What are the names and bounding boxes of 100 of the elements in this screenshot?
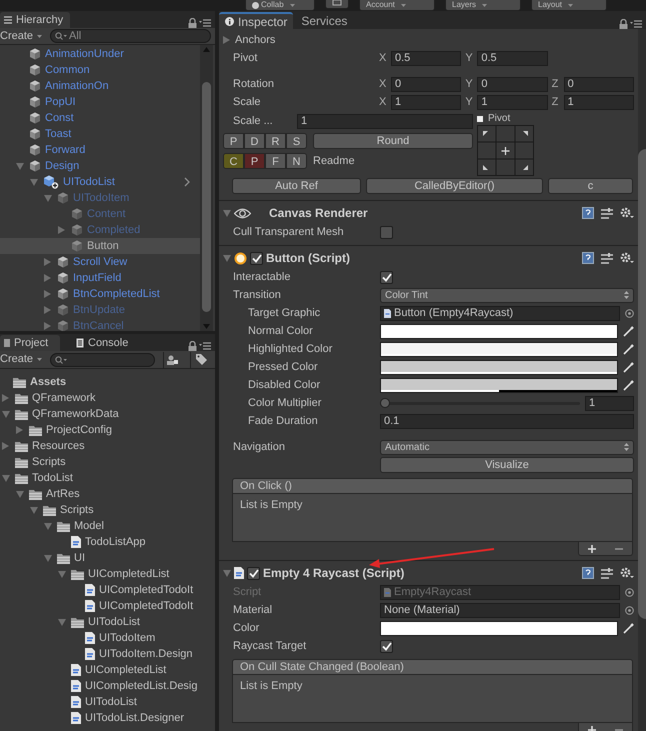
checkbox[interactable] — [250, 252, 263, 264]
tree-item[interactable]: UICompletedList — [0, 662, 215, 678]
tree-item[interactable]: UICompletedList — [0, 566, 215, 582]
tree-item[interactable]: Scripts — [0, 502, 215, 518]
tree-item[interactable]: Resources — [0, 438, 215, 454]
number-field[interactable]: 0.5 — [477, 50, 548, 66]
tree-item[interactable]: ArtRes — [0, 486, 215, 502]
object-field[interactable]: None (Material) — [380, 602, 620, 618]
cube-icon — [29, 144, 41, 156]
number-field[interactable]: 1 — [391, 94, 462, 110]
tree-item[interactable]: UITodoList.Designer — [0, 710, 215, 726]
checkbox[interactable] — [380, 226, 393, 238]
tree-item[interactable]: BtnCompletedList — [0, 286, 200, 302]
toggle-button[interactable]: D — [244, 133, 265, 149]
number-field[interactable]: 1 — [477, 94, 548, 110]
tree-item[interactable]: TodoList — [0, 470, 215, 486]
eyedropper-icon — [623, 622, 634, 634]
action-button[interactable]: CalledByEditor() — [366, 178, 543, 194]
panel-tab[interactable]: Inspector — [219, 12, 294, 29]
panel-tab[interactable]: Project — [0, 335, 60, 351]
color-swatch[interactable] — [380, 324, 618, 338]
color-swatch[interactable] — [380, 342, 618, 356]
script-file-icon — [71, 536, 81, 548]
tree-item[interactable]: Toast — [0, 126, 200, 142]
number-field[interactable]: 1 — [297, 114, 473, 128]
tree-item[interactable]: Design — [0, 158, 200, 174]
document-icon — [76, 338, 84, 348]
tree-item[interactable]: UITodoItem — [0, 630, 215, 646]
tree-item[interactable]: Scripts — [0, 454, 215, 470]
tree-item[interactable]: Forward — [0, 142, 200, 158]
dropdown[interactable]: Color Tint — [380, 288, 634, 302]
object-field[interactable]: Button (Empty4Raycast) — [380, 306, 620, 320]
number-field[interactable]: 0 — [391, 76, 462, 92]
tree-item[interactable]: UITodoItem.Design — [0, 646, 215, 662]
tree-item[interactable]: PopUI — [0, 94, 200, 110]
action-button[interactable]: Auto Ref — [232, 178, 361, 194]
toggle-button[interactable]: P — [223, 133, 244, 149]
toggle-button[interactable]: R — [265, 133, 286, 149]
toggle-button[interactable]: F — [265, 153, 286, 170]
number-field[interactable]: 1 — [564, 94, 634, 110]
tree-item[interactable]: Const — [0, 110, 200, 126]
checkbox[interactable] — [380, 640, 393, 652]
tree-item[interactable]: UICompletedList.Desig — [0, 678, 215, 694]
search-field[interactable]: All — [50, 29, 211, 43]
tree-item[interactable]: Button — [0, 238, 200, 254]
toggle-button[interactable]: N — [286, 153, 307, 170]
create-dropdown[interactable]: Create — [0, 352, 42, 368]
panel-tab[interactable]: Hierarchy — [0, 12, 70, 28]
tree-item[interactable]: TodoListApp — [0, 534, 215, 550]
toolbar-dropdown[interactable]: Layers — [445, 0, 521, 11]
checkbox[interactable] — [380, 270, 393, 284]
tree-item[interactable]: ProjectConfig — [0, 422, 215, 438]
toolbar-dropdown[interactable]: Collab — [245, 0, 315, 11]
toolbar-button[interactable] — [325, 0, 349, 9]
tree-item[interactable]: Assets — [0, 374, 215, 390]
tree-item[interactable]: AnimationOn — [0, 78, 200, 94]
menu-icon — [630, 20, 642, 28]
number-field[interactable]: 1 — [585, 396, 634, 410]
foldout[interactable]: Anchors — [223, 31, 634, 49]
tree-item[interactable]: UICompletedTodoIt — [0, 582, 215, 598]
number-field[interactable]: 0.5 — [391, 50, 462, 66]
tree-item[interactable]: UICompletedTodoIt — [0, 598, 215, 614]
folder-icon — [13, 376, 26, 388]
tree-item[interactable]: UITodoList — [0, 614, 215, 630]
tree-item[interactable]: QFrameworkData — [0, 406, 215, 422]
cube-icon — [71, 224, 83, 236]
scrollbar[interactable] — [200, 45, 213, 331]
checkbox[interactable] — [247, 566, 260, 580]
tree-item[interactable]: UI — [0, 550, 215, 566]
tree-item[interactable]: InputField — [0, 270, 200, 286]
color-swatch[interactable] — [380, 378, 618, 392]
toggle-button[interactable]: P — [244, 153, 265, 170]
add-button[interactable] — [586, 542, 598, 554]
visualize-button[interactable]: Visualize — [380, 457, 634, 473]
settings-icon — [620, 207, 634, 219]
number-field[interactable]: 0 — [477, 76, 548, 92]
tree-item[interactable]: QFramework — [0, 390, 215, 406]
toolbar-dropdown[interactable]: Layout — [531, 0, 607, 11]
tree-item[interactable]: UITodoList — [0, 174, 200, 190]
tree-item[interactable]: Model — [0, 518, 215, 534]
toolbar-dropdown[interactable]: Account — [359, 0, 435, 11]
tree-item[interactable]: UITodoList — [0, 694, 215, 710]
round-button[interactable]: Round — [313, 133, 473, 149]
prefab-cube-icon — [43, 175, 59, 189]
scrollbar[interactable] — [638, 29, 646, 731]
toggle-button[interactable]: C — [223, 153, 244, 170]
number-field[interactable]: 0 — [564, 76, 634, 92]
number-field[interactable]: 0.1 — [380, 414, 634, 428]
slider-thumb[interactable] — [380, 398, 390, 408]
color-swatch[interactable] — [380, 620, 618, 636]
component-title: Button (Script) — [266, 250, 350, 267]
dropdown[interactable]: Automatic — [380, 440, 634, 454]
action-button[interactable]: c — [548, 178, 633, 194]
toggle-button[interactable]: S — [286, 133, 307, 149]
tree-item[interactable]: Common — [0, 62, 200, 78]
create-dropdown[interactable]: Create — [0, 28, 42, 44]
color-swatch[interactable] — [380, 360, 618, 374]
tree-item[interactable]: AnimationUnder — [0, 46, 200, 62]
search-field[interactable] — [50, 352, 155, 366]
tree-item[interactable]: Scroll View — [0, 254, 200, 270]
